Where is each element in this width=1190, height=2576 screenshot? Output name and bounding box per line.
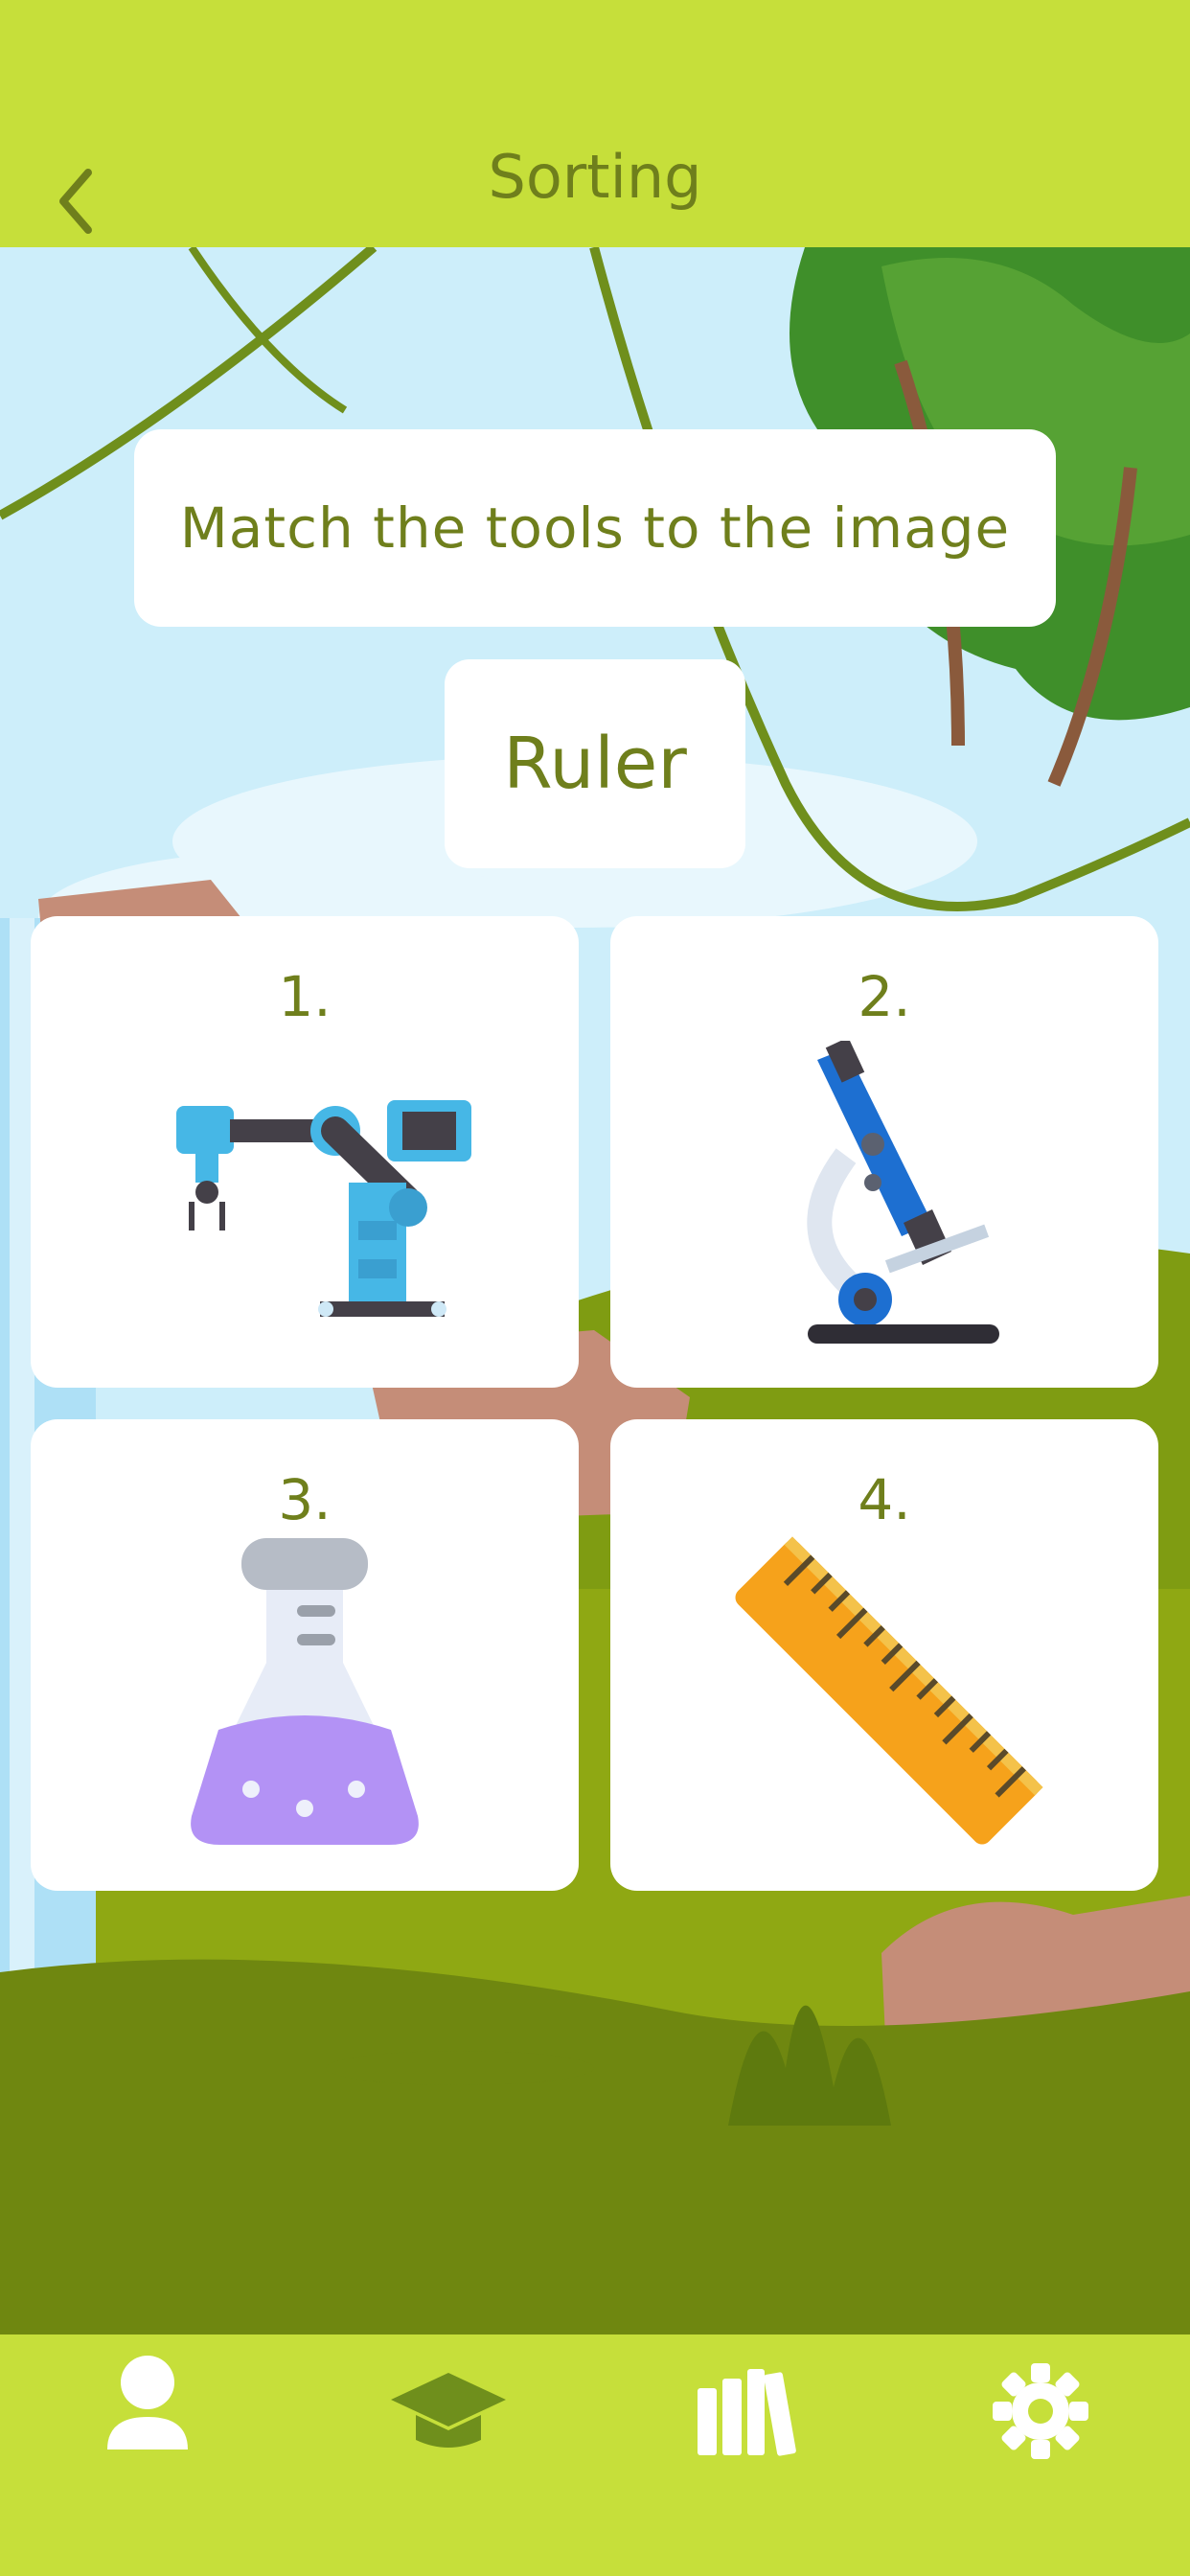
nav-learn-button[interactable] bbox=[372, 2334, 525, 2488]
settings-icon bbox=[993, 2363, 1088, 2459]
profile-icon bbox=[107, 2356, 188, 2450]
option-number: 2. bbox=[858, 964, 911, 1029]
option-card-1[interactable]: 1. bbox=[31, 916, 579, 1388]
flask-icon bbox=[191, 1538, 419, 1845]
target-word-card: Ruler bbox=[445, 659, 745, 868]
option-card-3[interactable]: 3. bbox=[31, 1419, 579, 1891]
robot-arm-icon bbox=[176, 1100, 471, 1317]
option-card-4[interactable]: 4. bbox=[610, 1419, 1158, 1891]
microscope-icon bbox=[807, 1041, 999, 1344]
nav-profile-button[interactable] bbox=[73, 2334, 226, 2488]
library-icon bbox=[698, 2369, 796, 2456]
option-number: 1. bbox=[278, 964, 332, 1029]
nav-settings-button[interactable] bbox=[964, 2334, 1117, 2488]
bottom-nav bbox=[0, 2334, 1190, 2576]
ruler-icon bbox=[735, 1536, 1043, 1845]
option-number: 4. bbox=[858, 1467, 911, 1532]
top-bar: Sorting bbox=[0, 0, 1190, 247]
page-title: Sorting bbox=[488, 142, 702, 212]
option-card-2[interactable]: 2. bbox=[610, 916, 1158, 1388]
graduation-cap-icon bbox=[391, 2373, 506, 2448]
option-number: 3. bbox=[278, 1467, 332, 1532]
instruction-card: Match the tools to the image bbox=[134, 429, 1056, 627]
nav-library-button[interactable] bbox=[667, 2334, 820, 2488]
